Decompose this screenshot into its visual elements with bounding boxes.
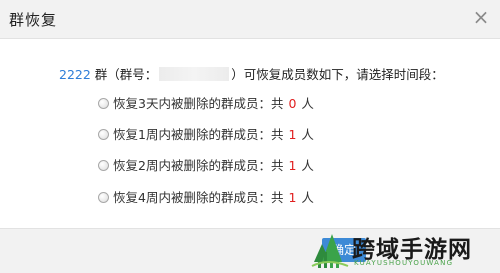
description-text-after: ）可恢复成员数如下，请选择时间段： (231, 67, 444, 82)
option-count: 1 (288, 127, 297, 142)
option-label: 恢复1周内被删除的群成员：共 (113, 127, 284, 142)
radio-button[interactable] (98, 98, 109, 109)
watermark: 跨域手游网 KUAYUSHOUYOUWANG (308, 222, 500, 272)
option-2-weeks[interactable]: 恢复2周内被删除的群成员：共 1 人 (98, 155, 314, 174)
masked-group-number (159, 67, 230, 81)
close-icon[interactable]: × (470, 6, 492, 28)
radio-button[interactable] (98, 160, 109, 171)
group-restore-dialog: 群恢复 × 2222 群（群号： ）可恢复成员数如下，请选择时间段： 恢复3天内被… (0, 0, 500, 273)
option-4-weeks[interactable]: 恢复4周内被删除的群成员：共 1 人 (98, 187, 314, 206)
option-unit: 人 (301, 96, 314, 111)
option-unit: 人 (301, 190, 314, 205)
watermark-subtitle: KUAYUSHOUYOUWANG (354, 259, 454, 267)
description-text-before: 群（群号： (90, 67, 158, 82)
radio-button[interactable] (98, 192, 109, 203)
radio-button[interactable] (98, 129, 109, 140)
restore-description: 2222 群（群号： ）可恢复成员数如下，请选择时间段： (59, 64, 444, 83)
option-label: 恢复3天内被删除的群成员：共 (113, 96, 284, 111)
option-1-week[interactable]: 恢复1周内被删除的群成员：共 1 人 (98, 124, 314, 143)
option-unit: 人 (301, 127, 314, 142)
option-label: 恢复4周内被删除的群成员：共 (113, 190, 284, 205)
option-count: 1 (288, 158, 297, 173)
option-count: 1 (288, 190, 297, 205)
dialog-title: 群恢复 (9, 11, 58, 29)
option-count: 0 (288, 96, 297, 111)
option-unit: 人 (301, 158, 314, 173)
dialog-titlebar: 群恢复 × (0, 0, 500, 39)
watermark-logo-icon (311, 234, 349, 268)
option-3-days[interactable]: 恢复3天内被删除的群成员：共 0 人 (98, 93, 314, 112)
group-count: 2222 (59, 67, 91, 82)
option-label: 恢复2周内被删除的群成员：共 (113, 158, 284, 173)
